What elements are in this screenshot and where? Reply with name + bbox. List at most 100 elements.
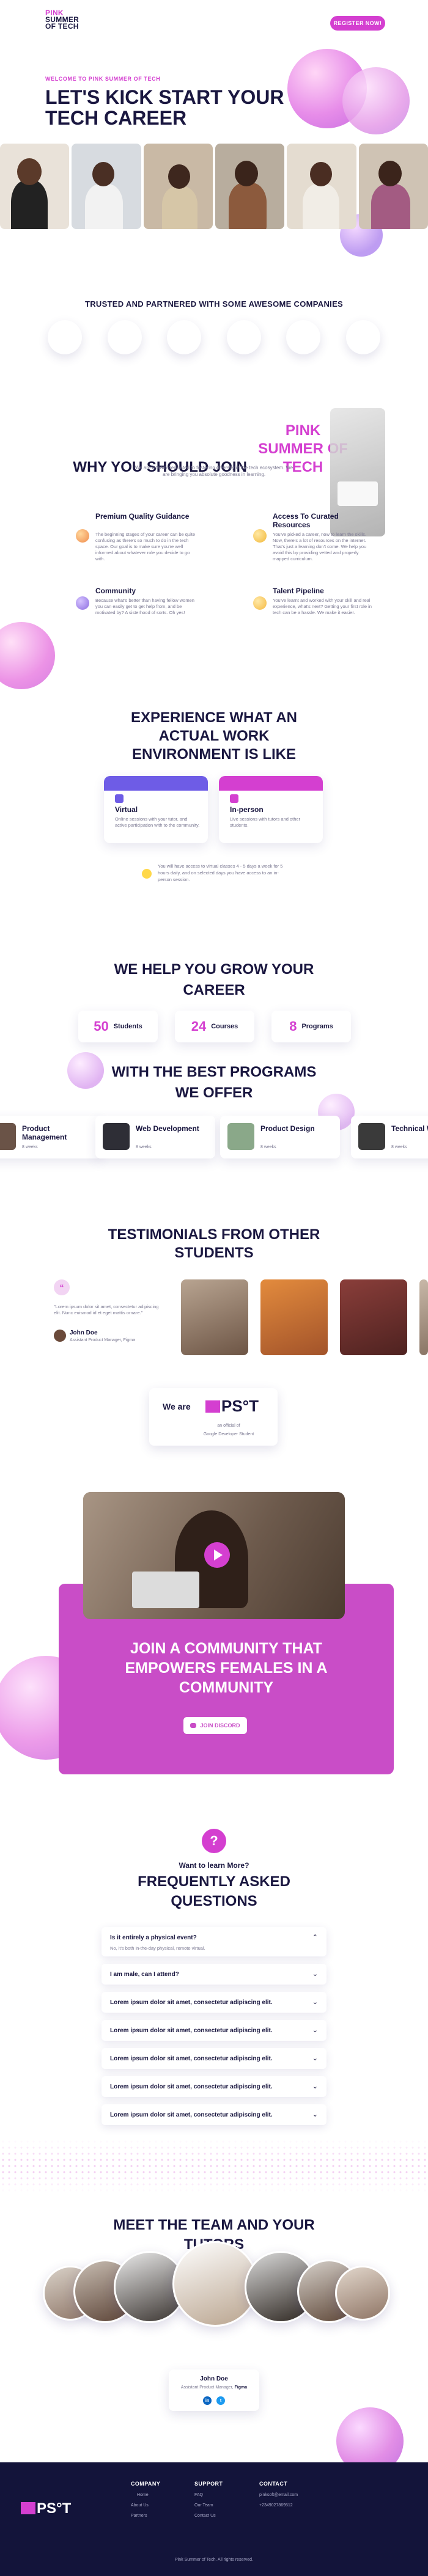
- stat-label: Programs: [301, 1023, 333, 1030]
- program-image: [103, 1123, 130, 1150]
- footer-link-team[interactable]: Our Team: [194, 2503, 223, 2508]
- faq-item[interactable]: I am male, can I attend? ⌄: [101, 1964, 327, 1985]
- program-image: [358, 1123, 385, 1150]
- testimonials-heading: TESTIMONIALS FROM OTHER STUDENTS: [108, 1226, 320, 1261]
- join-discord-button[interactable]: JOIN DISCORD: [183, 1717, 247, 1734]
- testimonial-photo[interactable]: [260, 1279, 328, 1355]
- gdsc-label: Google Developer Student: [203, 1432, 254, 1436]
- tutor-avatar[interactable]: [335, 2266, 390, 2321]
- faq-question: Lorem ipsum dolor sit amet, consectetur …: [110, 2027, 273, 2034]
- testimonial-photo[interactable]: [419, 1279, 428, 1355]
- testimonial-photo[interactable]: [181, 1279, 248, 1355]
- quote-icon: “: [54, 1279, 70, 1295]
- community-heading: JOIN A COMMUNITY THAT EMPOWERS FEMALES I…: [125, 1640, 328, 1696]
- notice-text: You will have access to virtual classes …: [158, 863, 283, 882]
- faq-question: Is it entirely a physical event?: [110, 1934, 197, 1941]
- footer-column-title: SUPPORT: [194, 2481, 223, 2487]
- hero-photo: [287, 144, 356, 229]
- deco-blob: [67, 1052, 104, 1089]
- footer-email[interactable]: pinksoft@email.com: [259, 2493, 298, 2497]
- hero-photo: [358, 144, 428, 229]
- footer-link-about[interactable]: About Us: [131, 2503, 160, 2508]
- hero-photo: [0, 144, 70, 229]
- grow-heading: WE HELP YOU GROW YOUR CAREER: [114, 961, 314, 998]
- footer-link-home[interactable]: Home: [131, 2493, 160, 2497]
- in-person-card[interactable]: In-person Live sessions with tutors and …: [219, 776, 323, 843]
- faq-question: Lorem ipsum dolor sit amet, consectetur …: [110, 1999, 273, 2006]
- schedule-notice: You will have access to virtual classes …: [142, 860, 286, 890]
- why-subtitle: We are a team dedicated to fostering div…: [135, 465, 293, 477]
- footer-contact-column: CONTACT pinksoft@email.com +234902786951…: [259, 2481, 298, 2514]
- play-button[interactable]: [204, 1542, 230, 1568]
- feature-premium-guidance: Premium Quality Guidance The beginning s…: [76, 512, 198, 567]
- tutor-role-company: Figma: [234, 2385, 248, 2390]
- official-of-label: an official of: [217, 1424, 240, 1428]
- stat-number: 50: [94, 1019, 109, 1034]
- program-image: [227, 1123, 254, 1150]
- community-video[interactable]: [83, 1492, 345, 1619]
- stat-students: 50 Students: [78, 1011, 158, 1042]
- book-icon: [253, 529, 267, 543]
- program-image: [0, 1123, 16, 1150]
- faq-item[interactable]: Lorem ipsum dolor sit amet, consectetur …: [101, 2076, 327, 2097]
- pink-flag-icon: [205, 1400, 220, 1413]
- footer-logo[interactable]: PS°T: [21, 2500, 71, 2517]
- virtual-card[interactable]: Virtual Online sessions with your tutor,…: [104, 776, 208, 843]
- faq-item[interactable]: Lorem ipsum dolor sit amet, consectetur …: [101, 2104, 327, 2125]
- monitor-icon: [115, 794, 124, 803]
- partner-logo: [345, 320, 380, 354]
- stat-number: 8: [289, 1019, 297, 1034]
- pst-logo-text: PS°T: [221, 1397, 259, 1415]
- footer-link-partners[interactable]: Partners: [131, 2514, 160, 2518]
- lightbulb-icon: [142, 869, 152, 879]
- join-discord-label: JOIN DISCORD: [200, 1722, 240, 1729]
- testimonial-photo[interactable]: [340, 1279, 407, 1355]
- chevron-down-icon: ⌄: [312, 2111, 318, 2118]
- dotted-wave-decoration: [0, 2139, 428, 2194]
- partner-logo: [167, 320, 202, 354]
- faq-item[interactable]: Is it entirely a physical event? ⌃ No, i…: [101, 1927, 327, 1956]
- program-duration: 8 weeks: [22, 1145, 38, 1149]
- feature-talent-pipeline: Talent Pipeline You've learnt and worked…: [253, 587, 375, 629]
- site-header: PINK SUMMER OF TECH REGISTER NOW!: [0, 0, 428, 49]
- discord-icon: [190, 1723, 197, 1728]
- register-now-button[interactable]: REGISTER NOW!: [330, 16, 385, 31]
- programs-heading: WITH THE BEST PROGRAMS WE OFFER: [111, 1064, 317, 1101]
- faq-item[interactable]: Lorem ipsum dolor sit amet, consectetur …: [101, 1992, 327, 2013]
- stat-programs: 8 Programs: [271, 1011, 351, 1042]
- program-duration: 8 weeks: [136, 1145, 152, 1149]
- partner-logos: [48, 320, 380, 357]
- people-icon: [76, 596, 89, 610]
- hero-photo: [72, 144, 141, 229]
- linkedin-icon[interactable]: in: [203, 2396, 212, 2405]
- faq-item[interactable]: Lorem ipsum dolor sit amet, consectetur …: [101, 2020, 327, 2041]
- site-logo[interactable]: PINK SUMMER OF TECH: [45, 9, 82, 42]
- tutor-card: John Doe Assistant Product Manager, Figm…: [169, 2369, 259, 2411]
- testimonial-text: "Lorem ipsum dolor sit amet, consectetur…: [54, 1304, 159, 1315]
- tutor-name: John Doe: [200, 2376, 228, 2382]
- feature-text: Because what's better than having fellow…: [95, 598, 194, 615]
- feature-community: Community Because what's better than hav…: [76, 587, 198, 629]
- footer-phone[interactable]: +2349027869512: [259, 2503, 298, 2508]
- copyright-text: Pink Summer of Tech. All rights reserved…: [175, 2558, 253, 2562]
- footer-logo-text: PS°T: [37, 2500, 72, 2517]
- testimonial-role: Assistant Product Manager, Figma: [70, 1338, 135, 1342]
- footer-link-contact[interactable]: Contact Us: [194, 2514, 223, 2518]
- briefcase-icon: [253, 596, 267, 610]
- program-product-management[interactable]: Product Management 8 weeks: [0, 1116, 101, 1158]
- program-web-development[interactable]: Web Development 8 weeks: [95, 1116, 215, 1158]
- experience-heading: EXPERIENCE WHAT AN ACTUAL WORK ENVIRONME…: [130, 709, 297, 763]
- pst-logo: PS°T: [205, 1397, 259, 1416]
- deco-blob: [342, 67, 410, 134]
- faq-answer: No, it's both in-the-day physical, remot…: [110, 1945, 205, 1951]
- footer-link-faq[interactable]: FAQ: [194, 2493, 223, 2497]
- program-title: Product Design: [260, 1124, 315, 1133]
- program-technical-writing[interactable]: Technical Writing 8 weeks: [351, 1116, 428, 1158]
- program-title: Product Management: [22, 1124, 67, 1141]
- twitter-icon[interactable]: t: [216, 2396, 225, 2405]
- feature-title: Community: [95, 587, 136, 595]
- faq-item[interactable]: Lorem ipsum dolor sit amet, consectetur …: [101, 2048, 327, 2069]
- footer-column-title: COMPANY: [131, 2481, 161, 2487]
- program-product-design[interactable]: Product Design 8 weeks: [220, 1116, 340, 1158]
- affiliation-card: We are PS°T an official of Google Develo…: [149, 1388, 278, 1446]
